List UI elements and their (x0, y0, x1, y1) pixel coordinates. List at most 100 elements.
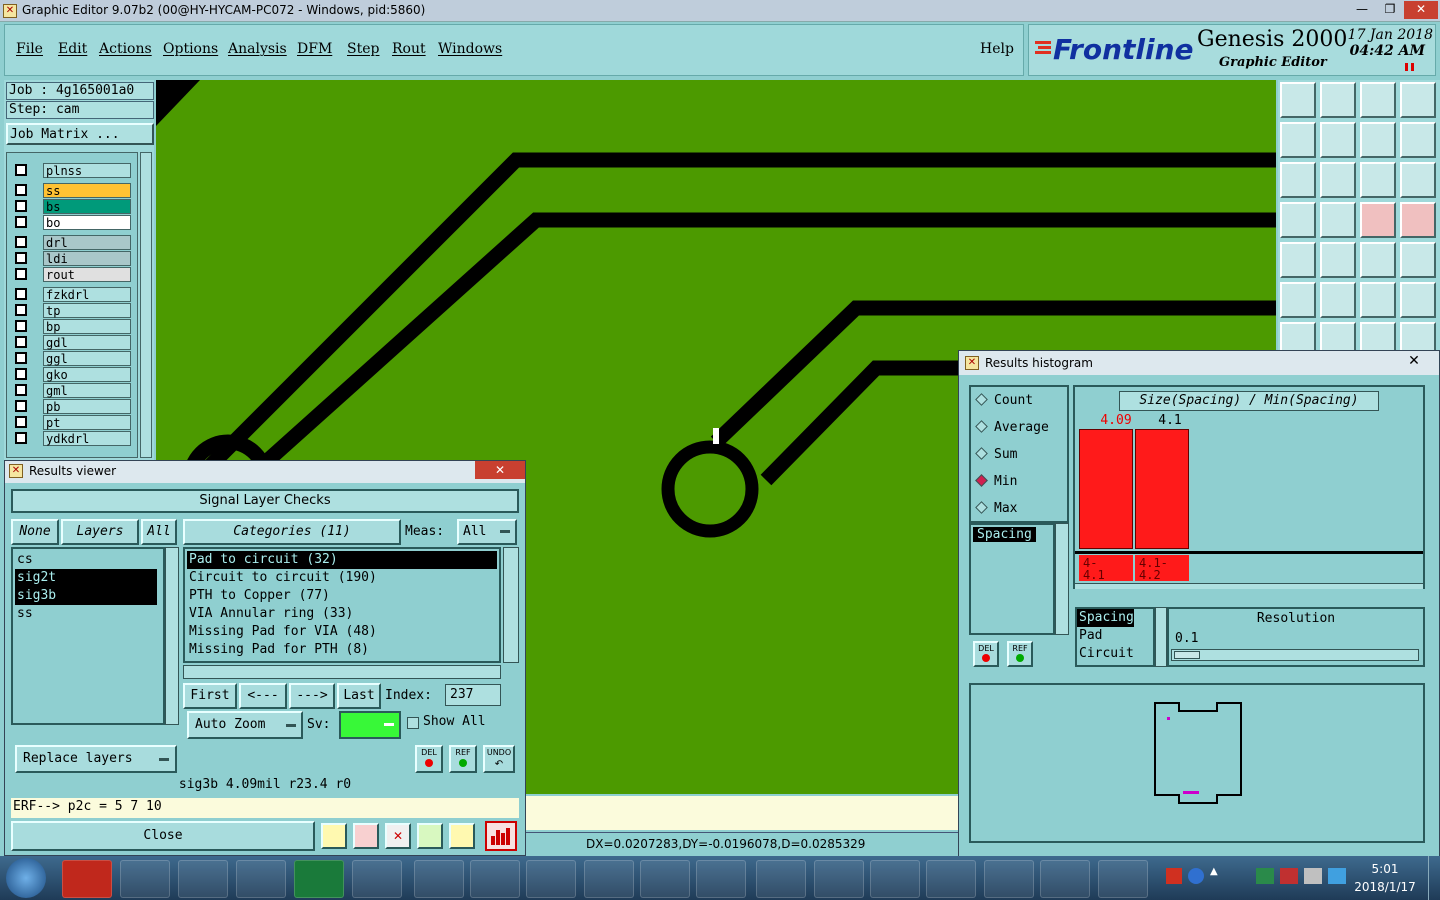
layer-checkbox[interactable] (15, 368, 27, 380)
replace-layers-dropdown[interactable]: Replace layers (15, 745, 177, 773)
auto-zoom-dropdown[interactable]: Auto Zoom (187, 711, 303, 739)
next-button[interactable]: ---> (289, 683, 335, 709)
category-item[interactable]: Circuit to circuit (190) (187, 569, 497, 587)
layer-row-gdl[interactable]: gdl (15, 335, 131, 350)
menu-options[interactable]: Options (163, 41, 218, 57)
tray-network-icon[interactable] (1304, 868, 1322, 884)
eye-app-icon[interactable] (352, 860, 402, 898)
excel-window-icon[interactable] (1040, 860, 1090, 898)
layer-row-plnss[interactable]: plnss (15, 163, 131, 178)
histogram-bar[interactable] (1079, 429, 1133, 549)
properties-icon[interactable] (1280, 202, 1316, 238)
menu-analysis[interactable]: Analysis (228, 41, 287, 57)
type-item-circuit[interactable]: Circuit (1077, 645, 1153, 663)
arc-icon[interactable] (1400, 282, 1436, 318)
layer-name[interactable]: bo (43, 215, 131, 230)
layer-checkbox[interactable] (15, 200, 27, 212)
menu-edit[interactable]: Edit (58, 41, 87, 57)
layer-checkbox[interactable] (15, 252, 27, 264)
job-matrix-button[interactable]: Job Matrix ... (6, 123, 154, 145)
report-icon[interactable] (321, 823, 347, 849)
menu-actions[interactable]: Actions (99, 41, 152, 57)
menu-rout[interactable]: Rout (392, 41, 426, 57)
close-window-button[interactable]: ✕ (1404, 1, 1438, 19)
last-button[interactable]: Last (337, 683, 381, 709)
layer-name[interactable]: ydkdrl (43, 431, 131, 446)
layer-name[interactable]: gml (43, 383, 131, 398)
pan-icon[interactable] (1360, 122, 1396, 158)
layer-checkbox[interactable] (15, 400, 27, 412)
ref-button[interactable]: REF (449, 745, 477, 773)
close-button[interactable]: Close (11, 821, 315, 851)
menu-step[interactable]: Step (347, 41, 379, 57)
home-icon[interactable] (1360, 82, 1396, 118)
category-item[interactable]: VIA Annular ring (33) (187, 605, 497, 623)
results-viewer-close-icon[interactable]: ✕ (475, 461, 525, 479)
tray-app-icon[interactable] (1280, 868, 1298, 884)
mode-radio-average[interactable]: Average (975, 420, 1049, 435)
show-all-checkbox[interactable] (407, 717, 419, 729)
open-icon[interactable] (1280, 82, 1316, 118)
genesis-window-icon[interactable] (414, 860, 464, 898)
layer-name[interactable]: ldi (43, 251, 131, 266)
severity-color-dropdown[interactable] (339, 711, 401, 739)
layer-checkbox[interactable] (15, 268, 27, 280)
list-icon[interactable] (449, 823, 475, 849)
layer-checkbox[interactable] (15, 236, 27, 248)
genesis-window-icon[interactable] (696, 860, 746, 898)
excel-window-icon[interactable] (984, 860, 1034, 898)
layer-name[interactable]: ss (43, 183, 131, 198)
layer-checkbox[interactable] (15, 184, 27, 196)
type-item-pad[interactable]: Pad (1077, 627, 1153, 645)
save-icon[interactable] (236, 860, 286, 898)
previous-button[interactable]: <--- (239, 683, 287, 709)
layer-row-gml[interactable]: gml (15, 383, 131, 398)
mode-radio-count[interactable]: Count (975, 393, 1033, 408)
split-icon[interactable] (417, 823, 443, 849)
eye-app-icon[interactable] (756, 860, 806, 898)
histogram-icon[interactable] (485, 821, 517, 851)
zoom-in-icon[interactable] (1320, 122, 1356, 158)
category-h-scrollbar[interactable] (183, 665, 501, 679)
layer-result-item[interactable]: cs (15, 551, 157, 569)
undo-icon[interactable] (1400, 122, 1436, 158)
type-item-spacing[interactable]: Spacing (1077, 609, 1134, 627)
layer-row-drl[interactable]: drl (15, 235, 131, 250)
category-item[interactable]: Missing Pad for VIA (48) (187, 623, 497, 641)
select-icon[interactable] (1280, 242, 1316, 278)
none-button[interactable]: None (11, 519, 59, 545)
layer-name[interactable]: plnss (43, 163, 131, 178)
tray-arrow-icon[interactable]: ▲ (1210, 866, 1222, 886)
category-item[interactable]: PTH to Copper (77) (187, 587, 497, 605)
ie-icon[interactable] (120, 860, 170, 898)
help-icon[interactable] (1400, 162, 1436, 198)
export-icon[interactable] (353, 823, 379, 849)
hist-ref-button[interactable]: REF (1007, 641, 1033, 667)
layer-name[interactable]: drl (43, 235, 131, 250)
scale-icon[interactable] (1360, 162, 1396, 198)
layer-checkbox[interactable] (15, 432, 27, 444)
genesis-window-icon[interactable] (640, 860, 690, 898)
genesis-window-icon[interactable] (526, 860, 576, 898)
excel-window-icon[interactable] (814, 860, 864, 898)
snap-icon[interactable] (1360, 202, 1396, 238)
mode-radio-sum[interactable]: Sum (975, 447, 1017, 462)
taskbar-app-icon[interactable] (62, 860, 112, 898)
layer-result-item[interactable]: sig3b (15, 587, 157, 605)
resolution-slider-handle[interactable] (1174, 651, 1200, 659)
fit-icon[interactable] (1280, 162, 1316, 198)
layer-row-gko[interactable]: gko (15, 367, 131, 382)
layer-name[interactable]: gdl (43, 335, 131, 350)
mode-radio-min[interactable]: Min (975, 474, 1017, 489)
maximize-button[interactable]: ❐ (1378, 1, 1402, 19)
layer-checkbox[interactable] (15, 216, 27, 228)
zoom-out-icon[interactable] (1280, 122, 1316, 158)
tray-s-icon[interactable] (1166, 868, 1182, 884)
layer-results-scrollbar[interactable] (165, 547, 179, 725)
category-item[interactable]: Pad to circuit (32) (187, 551, 497, 569)
histogram-bar[interactable] (1135, 429, 1189, 549)
layer-row-rout[interactable]: rout (15, 267, 131, 282)
undo-button[interactable]: UNDO ↶ (483, 745, 515, 773)
layer-checkbox[interactable] (15, 384, 27, 396)
layer-row-bp[interactable]: bp (15, 319, 131, 334)
